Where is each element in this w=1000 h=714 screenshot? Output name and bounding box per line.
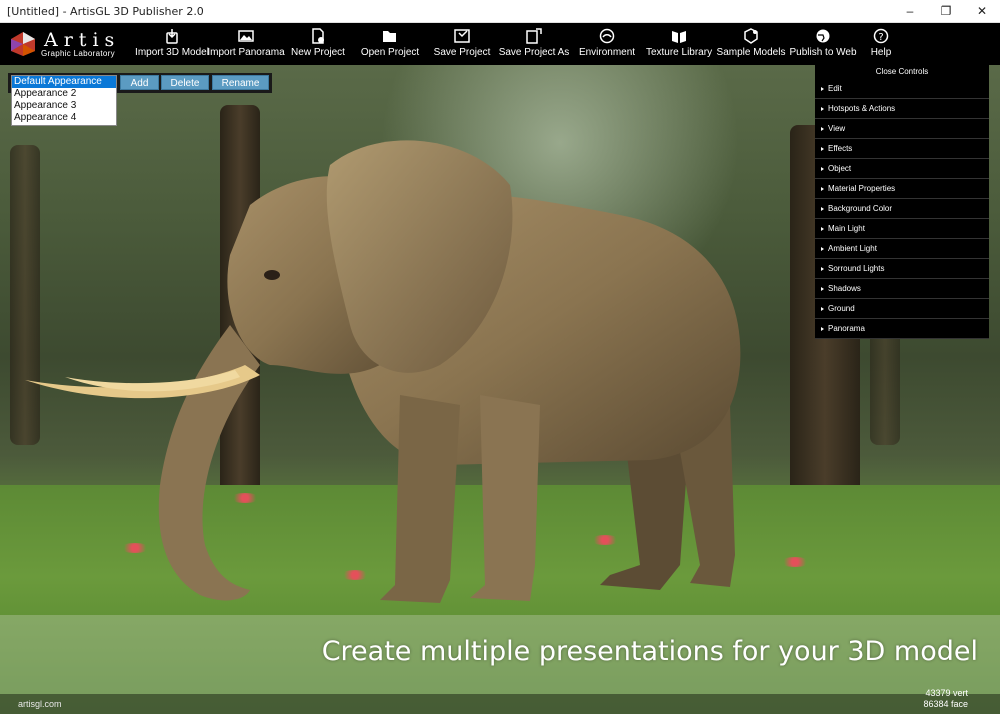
expand-arrow-icon <box>821 226 824 231</box>
caption-text: Create multiple presentations for your 3… <box>321 636 978 667</box>
controls-panel: Close Controls Edit Hotspots & Actions V… <box>815 65 989 339</box>
toolbar-label: Publish to Web <box>789 47 857 58</box>
expand-arrow-icon <box>821 106 824 111</box>
expand-arrow-icon <box>821 166 824 171</box>
sample-models-icon <box>744 28 758 44</box>
window-title: [Untitled] - ArtisGL 3D Publisher 2.0 <box>7 4 204 18</box>
sample-models-button[interactable]: Sample Models <box>717 23 785 65</box>
expand-arrow-icon <box>821 126 824 131</box>
expand-arrow-icon <box>821 86 824 91</box>
toolbar-label: New Project <box>291 47 345 58</box>
section-label: View <box>828 124 846 133</box>
section-material-properties[interactable]: Material Properties <box>815 179 989 199</box>
toolbar-label: Open Project <box>360 47 420 58</box>
save-icon <box>454 29 470 43</box>
section-label: Object <box>828 164 852 173</box>
expand-arrow-icon <box>821 286 824 291</box>
close-button[interactable]: ✕ <box>964 0 1000 23</box>
section-label: Sorround Lights <box>828 264 885 273</box>
save-project-button[interactable]: Save Project <box>433 23 491 65</box>
appearance-option-default[interactable]: Default Appearance <box>12 76 116 88</box>
section-label: Material Properties <box>828 184 896 193</box>
artis-logo: Artis Graphic Laboratory <box>8 27 128 61</box>
folder-open-icon <box>383 31 396 42</box>
globe-icon <box>816 29 830 43</box>
logo-name: Artis <box>44 29 121 51</box>
section-label: Edit <box>828 84 842 93</box>
title-bar: [Untitled] - ArtisGL 3D Publisher 2.0 – … <box>0 0 1000 23</box>
section-shadows[interactable]: Shadows <box>815 279 989 299</box>
image-icon <box>238 30 254 42</box>
expand-arrow-icon <box>821 186 824 191</box>
import-model-icon <box>166 29 178 44</box>
section-ground[interactable]: Ground <box>815 299 989 319</box>
publish-to-web-button[interactable]: Publish to Web <box>789 23 857 65</box>
expand-arrow-icon <box>821 206 824 211</box>
help-icon: ? <box>873 28 889 44</box>
maximize-button[interactable]: ❐ <box>928 0 964 23</box>
expand-arrow-icon <box>821 146 824 151</box>
toolbar-label: Help <box>870 47 892 58</box>
import-3d-model-button[interactable]: Import 3D Model <box>135 23 209 65</box>
section-main-light[interactable]: Main Light <box>815 219 989 239</box>
logo-subtitle: Graphic Laboratory <box>41 49 115 58</box>
library-icon <box>672 31 686 43</box>
appearance-option-2[interactable]: Appearance 2 <box>12 88 116 100</box>
logo-mark-icon <box>11 32 35 56</box>
minimize-button[interactable]: – <box>892 0 928 23</box>
section-label: Shadows <box>828 284 861 293</box>
toolbar-label: Import 3D Model <box>135 47 209 58</box>
expand-arrow-icon <box>821 326 824 331</box>
environment-icon <box>599 28 615 44</box>
status-bar <box>0 694 1000 714</box>
save-as-icon <box>526 28 542 44</box>
section-label: Hotspots & Actions <box>828 104 896 113</box>
toolbar-label: Save Project As <box>498 47 570 58</box>
rename-appearance-button[interactable]: Rename <box>212 75 269 90</box>
toolbar-label: Texture Library <box>645 47 713 58</box>
section-edit[interactable]: Edit <box>815 79 989 99</box>
website-label: artisgl.com <box>18 699 62 709</box>
toolbar-label: Environment <box>578 47 636 58</box>
import-panorama-button[interactable]: Import Panorama <box>207 23 285 65</box>
model-stats: 43379 vert 86384 face <box>923 688 968 710</box>
main-toolbar: Artis Graphic Laboratory Import 3D Model… <box>0 23 1000 65</box>
environment-button[interactable]: Environment <box>578 23 636 65</box>
section-label: Background Color <box>828 204 893 213</box>
save-project-as-button[interactable]: Save Project As <box>499 23 569 65</box>
section-object[interactable]: Object <box>815 159 989 179</box>
add-appearance-button[interactable]: Add <box>120 75 159 90</box>
open-project-button[interactable]: Open Project <box>360 23 420 65</box>
section-panorama[interactable]: Panorama <box>815 319 989 339</box>
expand-arrow-icon <box>821 306 824 311</box>
expand-arrow-icon <box>821 246 824 251</box>
help-button[interactable]: ? Help <box>866 23 896 65</box>
toolbar-label: Save Project <box>433 47 491 58</box>
section-ambient-light[interactable]: Ambient Light <box>815 239 989 259</box>
section-effects[interactable]: Effects <box>815 139 989 159</box>
expand-arrow-icon <box>821 266 824 271</box>
section-view[interactable]: View <box>815 119 989 139</box>
close-controls-button[interactable]: Close Controls <box>815 65 989 79</box>
new-project-button[interactable]: New Project <box>291 23 345 65</box>
delete-appearance-button[interactable]: Delete <box>161 75 209 90</box>
section-background-color[interactable]: Background Color <box>815 199 989 219</box>
face-count: 86384 face <box>923 699 968 709</box>
section-label: Main Light <box>828 224 865 233</box>
appearance-list[interactable]: Default Appearance Appearance 2 Appearan… <box>11 75 117 126</box>
section-label: Panorama <box>828 324 865 333</box>
section-label: Ambient Light <box>828 244 877 253</box>
section-label: Ground <box>828 304 855 313</box>
svg-text:?: ? <box>878 32 883 43</box>
toolbar-label: Import Panorama <box>207 47 285 58</box>
appearance-option-3[interactable]: Appearance 3 <box>12 100 116 112</box>
section-surround-lights[interactable]: Sorround Lights <box>815 259 989 279</box>
toolbar-label: Sample Models <box>716 47 786 58</box>
section-hotspots-actions[interactable]: Hotspots & Actions <box>815 99 989 119</box>
section-label: Effects <box>828 144 853 153</box>
appearance-option-4[interactable]: Appearance 4 <box>12 112 116 124</box>
vertex-count: 43379 vert <box>925 688 968 698</box>
texture-library-button[interactable]: Texture Library <box>645 23 713 65</box>
new-file-icon <box>312 28 324 44</box>
